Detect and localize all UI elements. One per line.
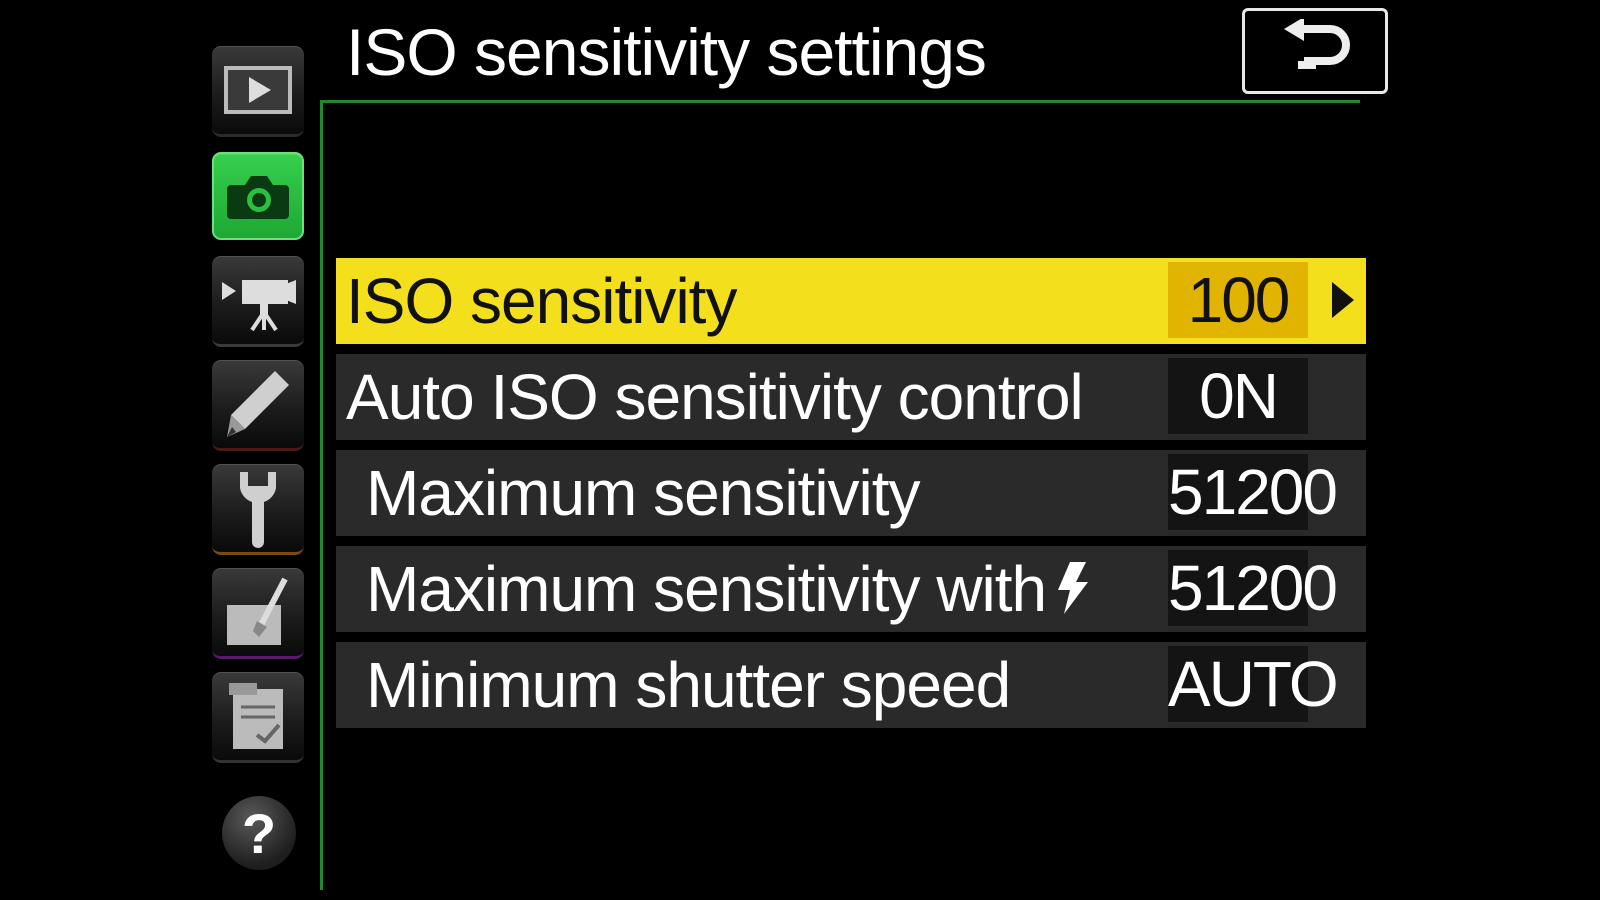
camera-icon [223,169,293,223]
tab-recent-settings-menu[interactable] [212,672,304,763]
list-item-maximum-sensitivity[interactable]: Maximum sensitivity 51200 [336,450,1366,536]
list-item-label: Maximum sensitivity [366,457,921,529]
list-item-value: 51200 [1168,454,1338,530]
pencil-icon [223,367,293,441]
list-item-label: Minimum shutter speed [366,649,1011,721]
list-item-label: ISO sensitivity [346,265,737,337]
wrench-icon [230,468,286,548]
back-button[interactable] [1242,8,1388,94]
page-title: ISO sensitivity settings [346,15,987,89]
help-icon: ? [241,801,277,865]
list-item-minimum-shutter-speed[interactable]: Minimum shutter speed AUTO [336,642,1366,728]
list-item-auto-iso-control[interactable]: Auto ISO sensitivity control 0N [336,354,1366,440]
tab-retouch-menu[interactable] [212,568,304,659]
tab-custom-settings-menu[interactable] [212,360,304,451]
flash-icon [1056,551,1090,637]
retouch-brush-icon [221,575,295,649]
play-icon [223,65,293,115]
tab-movie-shooting-menu[interactable] [212,256,304,347]
movie-camera-icon [220,268,296,332]
list-item-maximum-sensitivity-with-flash[interactable]: Maximum sensitivity with 51200 [336,546,1366,632]
list-item-iso-sensitivity[interactable]: ISO sensitivity 100 [336,258,1366,344]
list-item-label-text: Maximum sensitivity with [366,553,1047,625]
tab-photo-shooting-menu[interactable] [212,152,304,240]
menu-frame-left-border [320,100,323,890]
list-item-label: Maximum sensitivity with [366,546,1090,632]
menu-frame-top-border [320,100,1360,103]
list-item-value: 51200 [1168,550,1338,626]
clipboard-check-icon [223,679,293,753]
help-button[interactable]: ? [222,796,296,870]
list-item-value: AUTO [1168,646,1339,722]
tab-setup-menu[interactable] [212,464,304,555]
list-item-value: 100 [1168,262,1308,338]
list-item-value: 0N [1168,358,1308,434]
menu-screen: ? ISO sensitivity settings ISO sensitivi… [0,0,1600,900]
list-item-label: Auto ISO sensitivity control [346,361,1084,433]
chevron-right-icon [1332,282,1354,318]
return-arrow-icon [1280,16,1350,84]
tab-playback-menu[interactable] [212,46,304,137]
